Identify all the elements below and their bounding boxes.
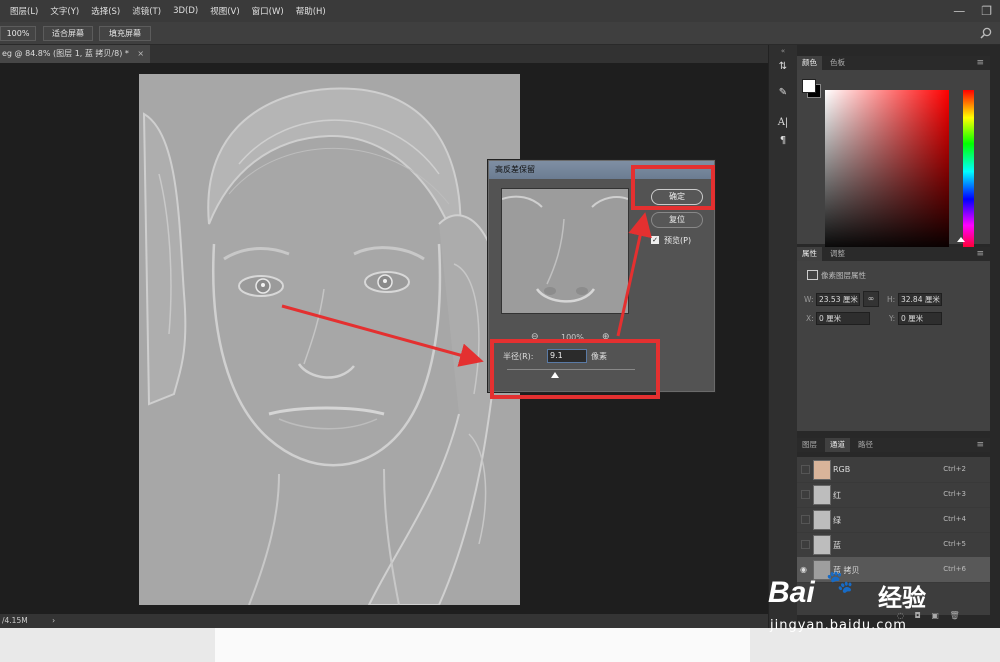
tab-adjustments[interactable]: 调整 — [825, 247, 850, 261]
fit-screen-button[interactable]: 适合屏幕 — [43, 26, 93, 41]
channel-thumbnail — [813, 485, 831, 505]
channels-panel-header: 图层 通道 路径 ≡ — [797, 438, 990, 452]
document-tab-bar: eg @ 84.8% (图层 1, 蓝 拷贝/8) * × — [0, 45, 768, 63]
tab-swatches[interactable]: 色板 — [825, 56, 850, 70]
menu-filter[interactable]: 滤镜(T) — [132, 5, 161, 17]
w-label: W: — [804, 295, 814, 304]
options-bar: 100% 适合屏幕 填充屏幕 — [0, 22, 1000, 45]
link-icon[interactable]: ∞ — [863, 291, 879, 307]
search-icon[interactable] — [980, 27, 992, 39]
tab-paths[interactable]: 路径 — [853, 438, 878, 452]
page-content-strip — [215, 628, 750, 662]
status-bar: /4.15M › — [0, 614, 768, 628]
color-panel — [797, 70, 990, 253]
dialog-title: 高反差保留 — [495, 165, 535, 174]
channel-row[interactable]: 蓝 Ctrl+5 — [797, 532, 990, 558]
document-image[interactable] — [139, 74, 520, 605]
x-field[interactable]: 0 厘米 — [816, 312, 870, 325]
tab-color[interactable]: 颜色 — [797, 56, 822, 70]
tab-channels[interactable]: 通道 — [825, 438, 850, 452]
menu-select[interactable]: 选择(S) — [91, 5, 120, 17]
panel-menu-icon[interactable]: ≡ — [976, 438, 984, 452]
pixel-layer-icon — [807, 270, 818, 280]
channel-shortcut: Ctrl+5 — [943, 540, 966, 548]
channel-row[interactable]: RGB Ctrl+2 — [797, 457, 990, 483]
properties-panel-header: 属性 调整 ≡ — [797, 247, 990, 261]
channel-thumbnail — [813, 510, 831, 530]
channel-row[interactable]: 红 Ctrl+3 — [797, 482, 990, 508]
channel-shortcut: Ctrl+2 — [943, 465, 966, 473]
height-field[interactable]: 32.84 厘米 — [898, 293, 942, 306]
reset-button[interactable]: 复位 — [651, 212, 703, 228]
width-field[interactable]: 23.53 厘米 — [816, 293, 860, 306]
menu-window[interactable]: 窗口(W) — [252, 5, 284, 17]
hue-slider-marker[interactable] — [957, 237, 965, 242]
channel-name: 蓝 — [833, 541, 841, 550]
character-icon[interactable]: A| — [775, 117, 791, 128]
preview-face-closeup — [502, 189, 628, 313]
status-arrow-icon[interactable]: › — [52, 616, 55, 625]
brush-presets-icon[interactable]: ✎ — [775, 87, 791, 98]
watermark-brand: Bai — [768, 576, 815, 609]
paragraph-icon[interactable]: ¶ — [775, 135, 791, 146]
visibility-toggle[interactable] — [801, 540, 810, 549]
color-field[interactable] — [825, 90, 949, 253]
document-size: /4.15M — [2, 616, 28, 625]
tab-layers[interactable]: 图层 — [797, 438, 822, 452]
channel-name: 绿 — [833, 516, 841, 525]
channel-name: 红 — [833, 491, 841, 500]
h-label: H: — [887, 295, 896, 304]
document-tab-title: eg @ 84.8% (图层 1, 蓝 拷贝/8) * — [2, 49, 129, 58]
preview-checkbox[interactable]: ✓ — [651, 236, 659, 244]
foreground-color-swatch[interactable] — [802, 79, 816, 93]
visibility-toggle[interactable] — [801, 465, 810, 474]
channel-row[interactable]: 绿 Ctrl+4 — [797, 507, 990, 533]
channel-shortcut: Ctrl+4 — [943, 515, 966, 523]
properties-subtitle: 像素图层属性 — [821, 271, 866, 280]
collapse-icon[interactable]: « — [775, 47, 791, 55]
y-field[interactable]: 0 厘米 — [898, 312, 942, 325]
channel-thumbnail — [813, 460, 831, 480]
maximize-icon[interactable]: ❐ — [981, 4, 992, 18]
visibility-toggle[interactable] — [801, 490, 810, 499]
menu-bar: 图层(L) 文字(Y) 选择(S) 滤镜(T) 3D(D) 视图(V) 窗口(W… — [0, 0, 1000, 22]
tab-close-icon[interactable]: × — [137, 49, 144, 58]
paw-logo-icon: 🐾 — [826, 570, 854, 595]
properties-panel: 像素图层属性 W: 23.53 厘米 ∞ H: 32.84 厘米 X: 0 厘米… — [797, 261, 990, 431]
baidu-watermark: Bai 🐾 经验 jingyan.baidu.com — [768, 568, 968, 638]
hue-slider[interactable] — [963, 90, 974, 253]
minimize-icon[interactable]: — — [953, 4, 965, 18]
watermark-url: jingyan.baidu.com — [770, 618, 907, 633]
channel-name: RGB — [833, 465, 851, 474]
panel-tool-strip: « ⇅ ✎ A| ¶ — [768, 45, 797, 628]
zoom-100-button[interactable]: 100% — [0, 26, 36, 41]
high-pass-face-image — [139, 74, 520, 605]
visibility-toggle[interactable] — [801, 515, 810, 524]
annotation-ok-box — [631, 165, 715, 210]
menu-3d[interactable]: 3D(D) — [173, 6, 198, 16]
annotation-radius-box — [490, 339, 660, 399]
tab-properties[interactable]: 属性 — [797, 247, 822, 261]
watermark-brand2: 经验 — [878, 584, 926, 612]
document-tab[interactable]: eg @ 84.8% (图层 1, 蓝 拷贝/8) * × — [0, 45, 151, 63]
channel-thumbnail — [813, 535, 831, 555]
panel-menu-icon[interactable]: ≡ — [976, 247, 984, 261]
history-icon[interactable]: ⇅ — [775, 61, 791, 72]
menu-layer[interactable]: 图层(L) — [10, 5, 38, 17]
color-panel-header: 颜色 色板 ≡ — [797, 56, 990, 70]
x-label: X: — [806, 314, 814, 323]
preview-label: 预览(P) — [664, 236, 692, 245]
fill-screen-button[interactable]: 填充屏幕 — [99, 26, 151, 41]
menu-type[interactable]: 文字(Y) — [50, 5, 79, 17]
y-label: Y: — [889, 314, 896, 323]
menu-help[interactable]: 帮助(H) — [296, 5, 326, 17]
channel-shortcut: Ctrl+3 — [943, 490, 966, 498]
filter-preview[interactable] — [501, 188, 629, 314]
panel-menu-icon[interactable]: ≡ — [976, 56, 984, 70]
menu-view[interactable]: 视图(V) — [210, 5, 239, 17]
